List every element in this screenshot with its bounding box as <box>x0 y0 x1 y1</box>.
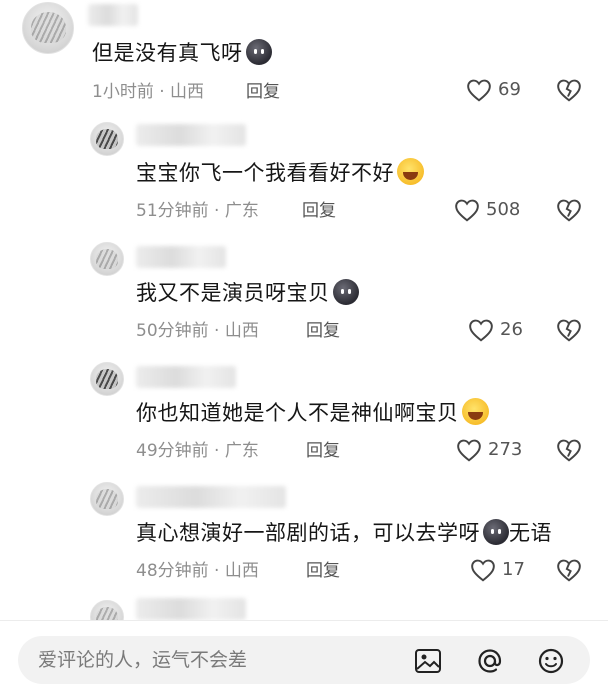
comment-time-location: 51分钟前 · 广东 <box>136 201 259 221</box>
dislike-heart-icon[interactable] <box>556 318 582 342</box>
comment-input-bar: 爱评论的人，运气不会差 <box>0 620 608 691</box>
username-blurred[interactable] <box>136 366 236 388</box>
like-count: 273 <box>488 439 523 460</box>
emoji-icon[interactable] <box>536 646 566 676</box>
username-blurred[interactable] <box>136 486 286 508</box>
like-count: 26 <box>500 319 523 340</box>
reply-button[interactable]: 回复 <box>306 439 340 463</box>
like-button[interactable]: 17 <box>470 558 525 582</box>
heart-icon <box>471 559 495 582</box>
comment-text: 你也知道她是个人不是神仙啊宝贝 <box>136 398 489 428</box>
heart-icon <box>455 199 479 222</box>
crying-face-emoji-icon <box>397 158 424 185</box>
reply-button[interactable]: 回复 <box>306 559 340 583</box>
like-button[interactable]: 273 <box>456 438 522 462</box>
dark-face-emoji-icon <box>332 279 359 305</box>
heart-icon <box>457 439 481 462</box>
comment-time-location: 49分钟前 · 广东 <box>136 441 259 461</box>
username-blurred[interactable] <box>136 124 246 146</box>
comment-text: 我又不是演员呀宝贝 <box>136 278 359 308</box>
heart-icon <box>469 319 493 342</box>
comment-item: 但是没有真飞呀 1小时前 · 山西 回复 69 <box>0 0 608 115</box>
username-blurred[interactable] <box>136 598 246 620</box>
dislike-heart-icon[interactable] <box>556 558 582 582</box>
dislike-heart-icon[interactable] <box>556 198 582 222</box>
image-icon[interactable] <box>413 646 443 676</box>
like-button[interactable]: 69 <box>466 78 521 102</box>
like-count: 69 <box>498 79 521 100</box>
comment-time-location: 1小时前 · 山西 <box>92 82 205 102</box>
avatar[interactable] <box>90 242 124 276</box>
dark-face-emoji-icon <box>245 39 272 65</box>
reply-item <box>0 598 608 634</box>
comment-text: 宝宝你飞一个我看看好不好 <box>136 158 424 188</box>
dislike-heart-icon[interactable] <box>556 78 582 102</box>
comment-input[interactable]: 爱评论的人，运气不会差 <box>18 636 590 684</box>
reply-item: 宝宝你飞一个我看看好不好 51分钟前 · 广东 回复 508 <box>0 120 608 235</box>
avatar[interactable] <box>90 122 124 156</box>
like-count: 17 <box>502 559 525 580</box>
dark-face-emoji-icon <box>483 519 509 545</box>
avatar[interactable] <box>90 482 124 516</box>
heart-icon <box>467 79 491 102</box>
comment-time-location: 50分钟前 · 山西 <box>136 321 259 341</box>
avatar[interactable] <box>90 362 124 396</box>
reply-item: 我又不是演员呀宝贝 50分钟前 · 山西 回复 26 <box>0 240 608 355</box>
comment-input-placeholder: 爱评论的人，运气不会差 <box>38 649 248 671</box>
comment-time-location: 48分钟前 · 山西 <box>136 561 259 581</box>
like-button[interactable]: 508 <box>454 198 520 222</box>
comment-text: 真心想演好一部剧的话，可以去学呀 无语 <box>136 519 552 545</box>
like-button[interactable]: 26 <box>468 318 523 342</box>
reply-button[interactable]: 回复 <box>246 80 280 104</box>
reply-item: 真心想演好一部剧的话，可以去学呀 无语 48分钟前 · 山西 回复 17 <box>0 480 608 595</box>
laughing-tears-emoji-icon <box>461 398 489 425</box>
username-blurred[interactable] <box>136 246 226 268</box>
avatar[interactable] <box>22 2 74 54</box>
dislike-heart-icon[interactable] <box>556 438 582 462</box>
reply-item: 你也知道她是个人不是神仙啊宝贝 49分钟前 · 广东 回复 273 <box>0 360 608 475</box>
reply-button[interactable]: 回复 <box>306 319 340 343</box>
at-icon[interactable] <box>475 646 505 676</box>
like-count: 508 <box>486 199 521 220</box>
comment-text: 但是没有真飞呀 <box>92 38 272 68</box>
reply-button[interactable]: 回复 <box>302 199 336 223</box>
username-blurred[interactable] <box>88 4 138 26</box>
